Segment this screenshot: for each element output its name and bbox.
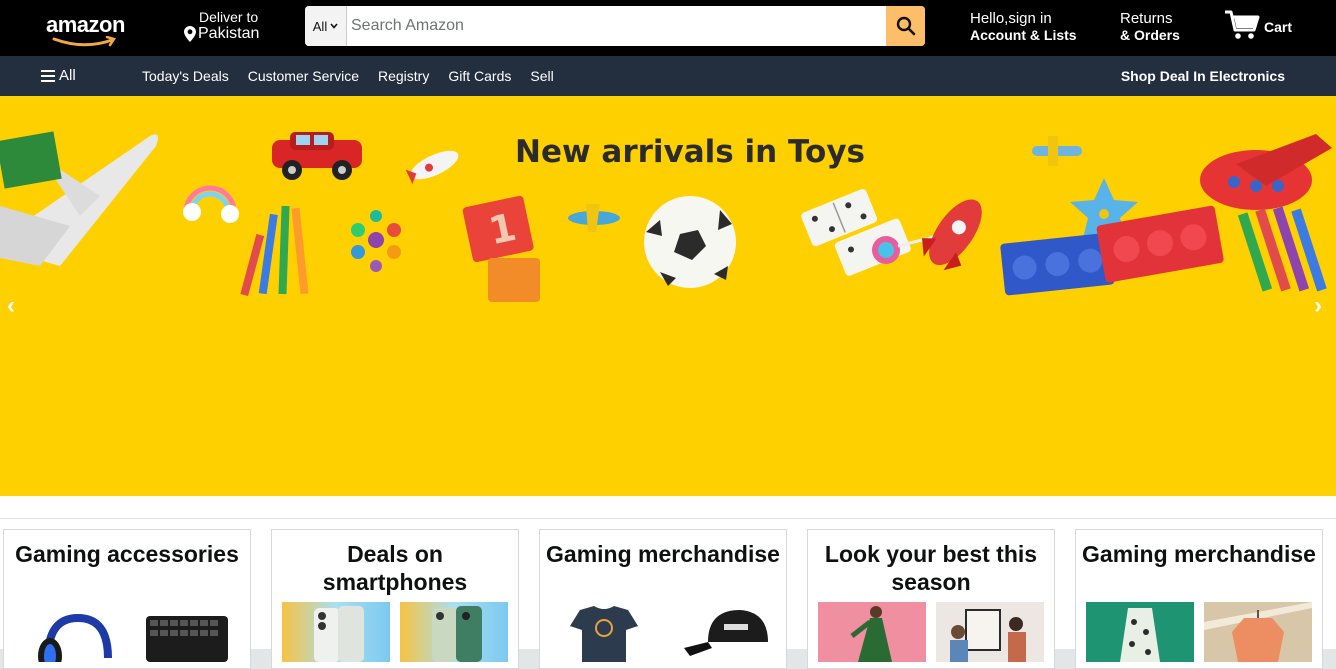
search-input[interactable] [347,6,886,46]
account-menu[interactable]: Hello,sign in Account & Lists [970,10,1077,44]
logo-smile-icon [52,36,116,47]
nav-link-sell[interactable]: Sell [530,68,553,84]
card-image-patterned-dress[interactable] [1086,602,1194,662]
card-title: Deals on smartphones [322,541,468,595]
card-image-smartphone-white[interactable] [282,602,390,662]
card-image-smartphone-green[interactable] [400,602,508,662]
nav-link-registry[interactable]: Registry [378,68,429,84]
orders-label: & Orders [1120,27,1180,43]
search-category-select[interactable]: All [305,6,347,46]
amazon-logo[interactable]: amazon [46,12,136,47]
deliver-label: Deliver to [199,9,259,25]
hamburger-icon [41,69,55,82]
nav-link-gift-cards[interactable]: Gift Cards [448,68,511,84]
deliver-country: Pakistan [198,25,260,42]
toys-banner-image: 1 [0,131,1332,302]
account-lists-label: Account & Lists [970,27,1077,43]
card-image-cap[interactable] [668,602,776,662]
cart-icon [1225,10,1260,39]
card-image-fashion-woman[interactable] [818,602,926,662]
nav-link-customer-service[interactable]: Customer Service [248,68,359,84]
search-icon [896,16,915,36]
search-button[interactable] [886,6,925,46]
top-nav: amazon Deliver to Pakistan All Search Am… [0,0,1336,56]
search-bar: All [305,6,925,46]
chevron-down-icon [330,23,338,29]
card-title: Look your best this season [824,541,1038,595]
card-image-keyboard[interactable] [132,602,240,662]
card-gaming-merchandise[interactable]: Gaming merchandise [539,529,787,669]
all-menu-label: All [59,67,76,84]
carousel-prev-icon[interactable]: ‹ [7,292,15,320]
cart-label: Cart [1264,19,1293,35]
hero-carousel[interactable]: 1 New arrivals in Toys ‹ › [0,96,1336,496]
sub-nav: All Today's Deals Customer Service Regis… [0,56,1336,96]
card-gaming-merchandise-2[interactable]: Gaming merchandise [1075,529,1323,669]
deliver-to[interactable]: Deliver to Pakistan [184,9,259,43]
cart-button[interactable]: Cart [1224,9,1292,41]
card-deals-smartphones[interactable]: Deals on smartphones [271,529,519,669]
search-category-label: All [312,18,328,34]
card-image-tshirt[interactable] [550,602,658,662]
carousel-next-icon[interactable]: › [1314,292,1322,320]
returns-label: Returns [1120,10,1173,27]
card-image-headset[interactable] [14,602,122,662]
logo-text: amazon [46,12,125,37]
card-gaming-accessories[interactable]: Gaming accessories [3,529,251,669]
card-image-orange-jacket[interactable] [1204,602,1312,662]
nav-promo-electronics[interactable]: Shop Deal In Electronics [1121,68,1285,84]
row-divider [0,518,1336,519]
card-title: Gaming merchandise [546,541,780,567]
all-menu-button[interactable]: All [41,67,76,84]
nav-link-todays-deals[interactable]: Today's Deals [142,68,229,84]
returns-orders[interactable]: Returns & Orders [1120,10,1180,44]
location-pin-icon [184,26,196,42]
hero-title: New arrivals in Toys [515,134,865,170]
card-title: Gaming merchandise [1082,541,1316,567]
account-greeting: Hello,sign in [970,10,1052,27]
card-look-your-best[interactable]: Look your best this season [807,529,1055,669]
card-image-couple-art[interactable] [936,602,1044,662]
card-title: Gaming accessories [15,541,239,567]
